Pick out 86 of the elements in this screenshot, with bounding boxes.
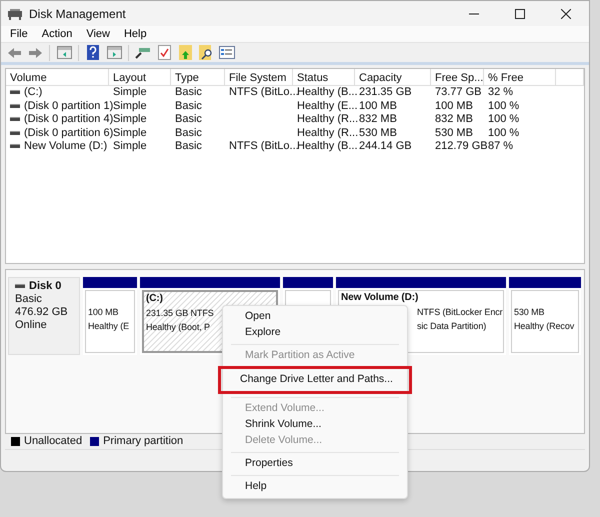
- volume-name: New Volume (D:): [24, 140, 108, 152]
- maximize-icon[interactable]: [515, 8, 525, 18]
- table-cell: 244.14 GB: [359, 140, 412, 152]
- volume-name: (C:): [24, 86, 42, 98]
- table-cell: 832 MB: [435, 113, 473, 125]
- column-header[interactable]: Layout: [109, 69, 171, 86]
- table-cell: 231.35 GB: [359, 86, 412, 98]
- partition-info: 530 MB: [514, 306, 544, 319]
- table-cell: 100 %: [488, 100, 520, 112]
- drive-icon: [15, 284, 25, 288]
- table-cell: Healthy (R...: [297, 113, 358, 125]
- column-header[interactable]: Status: [293, 69, 355, 86]
- menu-item[interactable]: Help: [223, 479, 407, 495]
- table-cell: Basic: [175, 140, 202, 152]
- app-icon: [7, 8, 23, 20]
- blank-column-header: [556, 69, 584, 86]
- table-cell: Basic: [175, 113, 202, 125]
- table-cell: 100 MB: [435, 100, 473, 112]
- menu-item[interactable]: Shrink Volume...: [223, 417, 407, 433]
- disk-info: 476.92 GB: [15, 306, 69, 319]
- table-cell: Healthy (B...: [297, 140, 358, 152]
- table-cell: 32 %: [488, 86, 514, 98]
- partition-info: 100 MB: [88, 306, 118, 319]
- column-header[interactable]: % Free: [484, 69, 556, 86]
- column-header[interactable]: Free Sp...: [431, 69, 484, 86]
- table-cell: Simple: [113, 126, 147, 138]
- table-cell: 100 %: [488, 126, 520, 138]
- partition-bar: [83, 277, 137, 288]
- legend-label: Unallocated: [24, 434, 82, 450]
- menu-item[interactable]: File: [4, 26, 34, 42]
- list-button[interactable]: [218, 44, 236, 62]
- table-cell: 530 MB: [435, 126, 473, 138]
- menu-item[interactable]: View: [80, 26, 116, 42]
- table-cell: 87 %: [488, 140, 514, 152]
- menu-item[interactable]: Properties: [223, 456, 407, 472]
- table-cell: Simple: [113, 86, 147, 98]
- column-header[interactable]: Type: [171, 69, 225, 86]
- table-cell: Healthy (R...: [297, 126, 358, 138]
- menu-item[interactable]: Help: [118, 26, 153, 42]
- table-cell: 100 MB: [359, 100, 397, 112]
- disk-info: Basic: [15, 293, 43, 306]
- column-header[interactable]: Capacity: [355, 69, 431, 86]
- disk-name: Disk 0: [29, 280, 62, 292]
- action-pane-button[interactable]: [105, 44, 123, 62]
- partition-info: NTFS (BitLocker Encr: [416, 306, 503, 319]
- table-cell: 73.77 GB: [435, 86, 482, 98]
- table-cell: Healthy (B...: [297, 86, 358, 98]
- partition[interactable]: 530 MB Healthy (Recov: [509, 277, 581, 355]
- help-button[interactable]: [84, 44, 102, 62]
- legend-label: Primary partition: [103, 434, 184, 450]
- close-icon[interactable]: [561, 8, 571, 18]
- disk-label-panel[interactable]: Disk 0 Basic 476.92 GB Online: [8, 277, 80, 355]
- partition-info: Healthy (E: [88, 320, 130, 333]
- volume-name: (Disk 0 partition 1): [24, 100, 114, 112]
- window-title: Disk Management: [29, 6, 126, 22]
- partition-title: (C:): [146, 292, 163, 306]
- table-cell: 212.79 GB: [435, 140, 488, 152]
- table-cell: 100 %: [488, 113, 520, 125]
- table-cell: Simple: [113, 100, 147, 112]
- partition-bar: [509, 277, 581, 288]
- menu-item[interactable]: Change Drive Letter and Paths...: [223, 372, 407, 388]
- partition-info: 231.35 GB NTFS: [146, 307, 214, 320]
- table-cell: NTFS (BitLo...: [229, 86, 299, 98]
- partition-title: New Volume (D:): [341, 291, 418, 305]
- partition-bar: [283, 277, 333, 288]
- menu-item[interactable]: Action: [36, 26, 78, 42]
- table-cell: Basic: [175, 126, 202, 138]
- console-tree-button[interactable]: [55, 44, 73, 62]
- table-cell: 832 MB: [359, 113, 397, 125]
- partition[interactable]: 100 MB Healthy (E: [83, 277, 137, 355]
- table-cell: Basic: [175, 86, 202, 98]
- table-cell: Healthy (E...: [297, 100, 358, 112]
- checklist-button[interactable]: [155, 44, 173, 62]
- partition-info: Healthy (Recov: [514, 320, 574, 333]
- column-header[interactable]: File System: [225, 69, 293, 86]
- column-header[interactable]: Volume: [6, 69, 109, 86]
- disk-info: Online: [15, 319, 48, 332]
- volume-name: (Disk 0 partition 4): [24, 113, 114, 125]
- table-cell: 530 MB: [359, 126, 397, 138]
- table-cell: Simple: [113, 113, 147, 125]
- table-cell: NTFS (BitLo...: [229, 140, 299, 152]
- volume-name: (Disk 0 partition 6): [24, 126, 114, 138]
- table-cell: Simple: [113, 140, 147, 152]
- partition-info: Healthy (Boot, P: [146, 321, 210, 334]
- partition-info: sic Data Partition): [416, 320, 486, 333]
- table-cell: Basic: [175, 100, 202, 112]
